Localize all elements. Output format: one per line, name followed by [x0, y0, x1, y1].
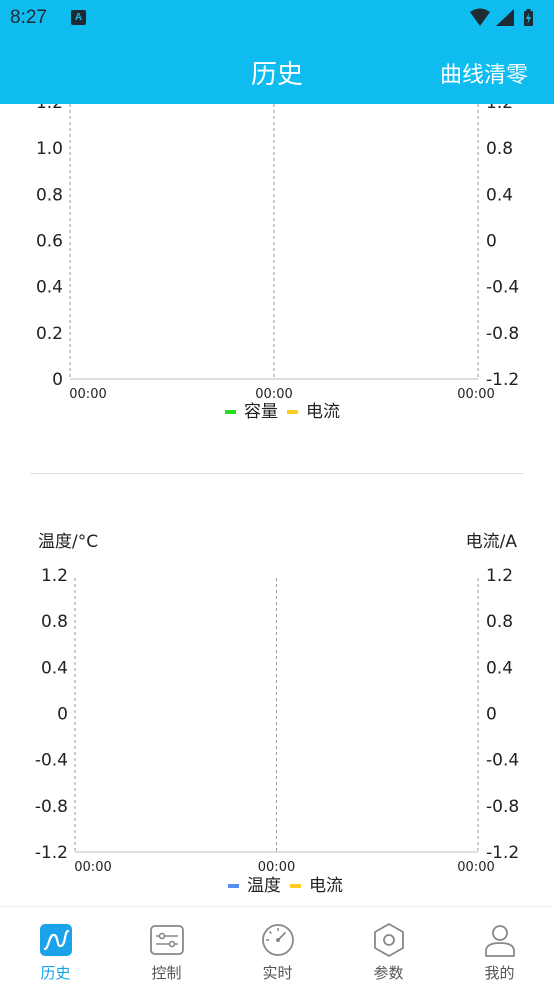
y-tick-left: 1.2	[36, 104, 63, 113]
temperature-current-chart: 温度/°C 电流/A 1.2 1.2 0.8 0.8 0.4 0.4 0 0 -0.4 -0.4 -0.…	[0, 520, 554, 905]
tab-label: 参数	[373, 964, 404, 982]
y-tick-right: -0.8	[486, 324, 519, 344]
y-tick-left: 1.2	[41, 566, 68, 586]
status-icons	[470, 8, 533, 26]
bottom-tab-bar: 历史 控制 实时 参数 我的	[0, 906, 554, 985]
y-tick-left: -0.4	[35, 751, 68, 771]
tab-control[interactable]: 控制	[111, 907, 222, 985]
tab-parameters[interactable]: 参数	[333, 907, 444, 985]
legend-swatch	[225, 410, 236, 414]
x-tick: 00:00	[255, 387, 292, 402]
capacity-current-chart: 1.21.21.00.80.80.40.600.4-0.40.2-0.80-1.…	[0, 104, 554, 434]
y-tick-left: -0.8	[35, 797, 68, 817]
y-tick-right: 0.8	[486, 612, 513, 632]
status-bar: 8:27 A	[0, 0, 554, 38]
x-tick: 00:00	[457, 860, 494, 875]
y-tick-right: 0.8	[486, 139, 513, 159]
x-tick: 00:00	[457, 387, 494, 402]
app-header: 8:27 A 历史 曲线清零	[0, 0, 554, 104]
legend-label: 电流	[306, 402, 340, 422]
y-tick-right: 0	[486, 232, 497, 252]
right-axis-title: 电流/A	[466, 532, 518, 552]
y-tick-right: 0	[486, 705, 497, 725]
tab-mine[interactable]: 我的	[444, 907, 554, 985]
y-tick-right: -0.4	[486, 278, 519, 298]
x-tick: 00:00	[74, 860, 111, 875]
gauge-icon	[262, 924, 294, 956]
tab-realtime[interactable]: 实时	[222, 907, 333, 985]
legend-swatch	[287, 410, 298, 414]
history-curve-icon	[40, 924, 72, 956]
tab-label: 控制	[151, 964, 182, 982]
wifi-icon	[470, 8, 490, 26]
clear-curves-button[interactable]: 曲线清零	[440, 57, 528, 89]
battery-icon	[524, 9, 533, 26]
tab-label: 实时	[262, 964, 293, 982]
status-time: 8:27	[10, 7, 47, 28]
y-tick-left: 0.8	[41, 612, 68, 632]
y-tick-left: 1.0	[36, 139, 63, 159]
y-tick-left: 0.2	[36, 324, 63, 344]
section-divider	[30, 473, 524, 474]
x-tick: 00:00	[258, 860, 295, 875]
y-tick-left: 0.6	[36, 232, 63, 252]
notification-icon: A	[71, 10, 86, 25]
y-tick-right: 1.2	[486, 104, 513, 113]
user-icon	[485, 925, 515, 957]
x-tick: 00:00	[69, 387, 106, 402]
y-tick-right: 1.2	[486, 566, 513, 586]
signal-icon	[496, 9, 514, 26]
legend-label: 电流	[309, 876, 343, 896]
tab-label: 历史	[40, 964, 71, 982]
y-tick-left: 0	[57, 705, 68, 725]
tab-history[interactable]: 历史	[0, 907, 111, 985]
y-tick-left: 0	[52, 370, 63, 390]
sliders-icon	[150, 925, 184, 955]
y-tick-right: -0.8	[486, 797, 519, 817]
y-tick-right: -0.4	[486, 751, 519, 771]
y-tick-left: 0.4	[36, 278, 63, 298]
y-tick-left: 0.8	[36, 185, 63, 205]
legend-label: 温度	[247, 876, 281, 896]
legend-label: 容量	[244, 402, 278, 422]
tab-label: 我的	[484, 964, 515, 982]
left-axis-title: 温度/°C	[38, 532, 98, 552]
y-tick-left: -1.2	[35, 843, 68, 863]
hex-nut-icon	[374, 923, 404, 957]
y-tick-right: 0.4	[486, 185, 513, 205]
y-tick-right: 0.4	[486, 658, 513, 678]
legend-swatch	[290, 884, 301, 888]
legend-swatch	[228, 884, 239, 888]
y-tick-left: 0.4	[41, 658, 68, 678]
